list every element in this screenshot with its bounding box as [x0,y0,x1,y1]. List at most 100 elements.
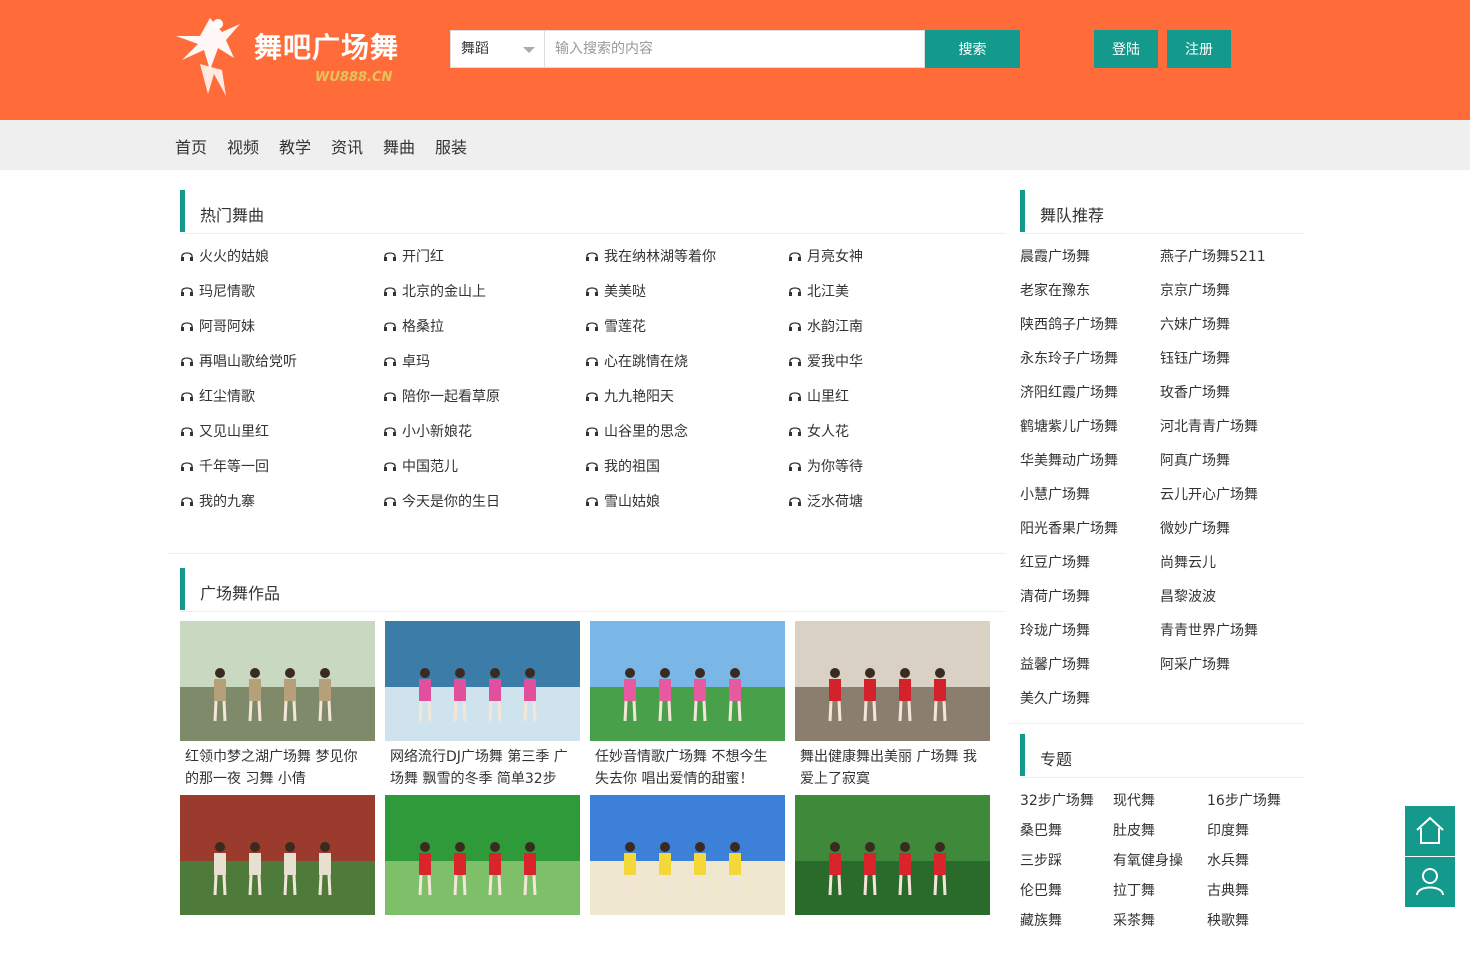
hot-song-link[interactable]: 水韵江南 [788,316,863,336]
team-link[interactable]: 六妹广场舞 [1160,314,1230,334]
hot-song-link[interactable]: 开门红 [383,246,444,266]
hot-song-link[interactable]: 北江美 [788,281,849,301]
team-link[interactable]: 京京广场舞 [1160,280,1230,300]
topic-link[interactable]: 16步广场舞 [1207,790,1281,810]
topic-link[interactable]: 桑巴舞 [1020,820,1062,840]
topic-link[interactable]: 古典舞 [1207,880,1249,900]
video-thumbnail[interactable] [590,795,785,915]
team-link[interactable]: 华美舞动广场舞 [1020,450,1118,470]
team-link[interactable]: 益馨广场舞 [1020,654,1090,674]
search-input[interactable] [545,30,925,68]
team-link[interactable]: 阿采广场舞 [1160,654,1230,674]
video-thumbnail[interactable] [385,795,580,915]
hot-song-link[interactable]: 女人花 [788,421,849,441]
team-link[interactable]: 玫香广场舞 [1160,382,1230,402]
topic-link[interactable]: 采茶舞 [1113,910,1155,930]
work-card[interactable] [180,795,375,967]
hot-song-link[interactable]: 为你等待 [788,456,863,476]
work-card[interactable]: 舞出健康舞出美丽 广场舞 我爱上了寂寞 [795,621,990,793]
work-caption[interactable]: 红领巾梦之湖广场舞 梦见你的那一夜 习舞 小倩 [180,741,375,793]
team-link[interactable]: 美久广场舞 [1020,688,1090,708]
login-button[interactable]: 登陆 [1094,30,1158,68]
topic-link[interactable]: 三步踩 [1020,850,1062,870]
nav-clothing[interactable]: 服装 [435,134,467,158]
hot-song-link[interactable]: 阿哥阿妹 [180,316,255,336]
topic-link[interactable]: 拉丁舞 [1113,880,1155,900]
hot-song-link[interactable]: 我的九寨 [180,491,255,511]
hot-song-link[interactable]: 陪你一起看草原 [383,386,500,406]
work-card[interactable]: 网络流行DJ广场舞 第三季 广场舞 飘雪的冬季 简单32步 动 [385,621,580,793]
hot-song-link[interactable]: 卓玛 [383,351,430,371]
video-thumbnail[interactable] [795,795,990,915]
team-link[interactable]: 玲珑广场舞 [1020,620,1090,640]
team-link[interactable]: 济阳红霞广场舞 [1020,382,1118,402]
team-link[interactable]: 陕西鸽子广场舞 [1020,314,1118,334]
hot-song-link[interactable]: 泛水荷塘 [788,491,863,511]
video-thumbnail[interactable] [590,621,785,741]
hot-song-link[interactable]: 九九艳阳天 [585,386,674,406]
hot-song-link[interactable]: 雪莲花 [585,316,646,336]
hot-song-link[interactable]: 玛尼情歌 [180,281,255,301]
team-link[interactable]: 河北青青广场舞 [1160,416,1258,436]
video-thumbnail[interactable] [180,621,375,741]
hot-song-link[interactable]: 又见山里红 [180,421,269,441]
hot-song-link[interactable]: 千年等一回 [180,456,269,476]
team-link[interactable]: 小慧广场舞 [1020,484,1090,504]
nav-news[interactable]: 资讯 [331,134,363,158]
hot-song-link[interactable]: 心在跳情在烧 [585,351,688,371]
team-link[interactable]: 永东玲子广场舞 [1020,348,1118,368]
hot-song-link[interactable]: 再唱山歌给党听 [180,351,297,371]
nav-home[interactable]: 首页 [175,134,207,158]
work-card[interactable] [795,795,990,967]
topic-link[interactable]: 现代舞 [1113,790,1155,810]
search-category-select[interactable]: 舞蹈 [450,30,545,68]
team-link[interactable]: 昌黎波波 [1160,586,1216,606]
home-float-button[interactable] [1405,806,1455,856]
work-caption[interactable]: 网络流行DJ广场舞 第三季 广场舞 飘雪的冬季 简单32步 动 [385,741,580,793]
topic-link[interactable]: 有氧健身操 [1113,850,1183,870]
work-caption[interactable]: 舞出健康舞出美丽 广场舞 我爱上了寂寞 [795,741,990,793]
topic-link[interactable]: 水兵舞 [1207,850,1249,870]
topic-link[interactable]: 肚皮舞 [1113,820,1155,840]
team-link[interactable]: 红豆广场舞 [1020,552,1090,572]
work-caption[interactable]: 任妙音情歌广场舞 不想今生失去你 唱出爱情的甜蜜！ [590,741,785,793]
team-link[interactable]: 老家在豫东 [1020,280,1090,300]
hot-song-link[interactable]: 小小新娘花 [383,421,472,441]
work-card[interactable]: 红领巾梦之湖广场舞 梦见你的那一夜 习舞 小倩 [180,621,375,793]
hot-song-link[interactable]: 雪山姑娘 [585,491,660,511]
team-link[interactable]: 晨霞广场舞 [1020,246,1090,266]
hot-song-link[interactable]: 爱我中华 [788,351,863,371]
search-button[interactable]: 搜索 [925,30,1020,68]
topic-link[interactable]: 秧歌舞 [1207,910,1249,930]
hot-song-link[interactable]: 山谷里的思念 [585,421,688,441]
video-thumbnail[interactable] [795,621,990,741]
hot-song-link[interactable]: 中国范儿 [383,456,458,476]
topic-link[interactable]: 伦巴舞 [1020,880,1062,900]
team-link[interactable]: 青青世界广场舞 [1160,620,1258,640]
work-card[interactable] [385,795,580,967]
hot-song-link[interactable]: 我在纳林湖等着你 [585,246,716,266]
team-link[interactable]: 阿真广场舞 [1160,450,1230,470]
team-link[interactable]: 鹤塘紫儿广场舞 [1020,416,1118,436]
work-card[interactable]: 任妙音情歌广场舞 不想今生失去你 唱出爱情的甜蜜！ [590,621,785,793]
team-link[interactable]: 阳光香果广场舞 [1020,518,1118,538]
topic-link[interactable]: 藏族舞 [1020,910,1062,930]
hot-song-link[interactable]: 月亮女神 [788,246,863,266]
site-logo[interactable]: 舞吧广场舞 WU888.CN [170,14,402,98]
nav-video[interactable]: 视频 [227,134,259,158]
topic-link[interactable]: 印度舞 [1207,820,1249,840]
team-link[interactable]: 燕子广场舞5211 [1160,246,1266,266]
video-thumbnail[interactable] [180,795,375,915]
video-thumbnail[interactable] [385,621,580,741]
hot-song-link[interactable]: 美美哒 [585,281,646,301]
hot-song-link[interactable]: 格桑拉 [383,316,444,336]
team-link[interactable]: 清荷广场舞 [1020,586,1090,606]
topic-link[interactable]: 32步广场舞 [1020,790,1094,810]
work-card[interactable] [590,795,785,967]
hot-song-link[interactable]: 红尘情歌 [180,386,255,406]
hot-song-link[interactable]: 我的祖国 [585,456,660,476]
team-link[interactable]: 微妙广场舞 [1160,518,1230,538]
nav-music[interactable]: 舞曲 [383,134,415,158]
hot-song-link[interactable]: 山里红 [788,386,849,406]
team-link[interactable]: 尚舞云儿 [1160,552,1216,572]
